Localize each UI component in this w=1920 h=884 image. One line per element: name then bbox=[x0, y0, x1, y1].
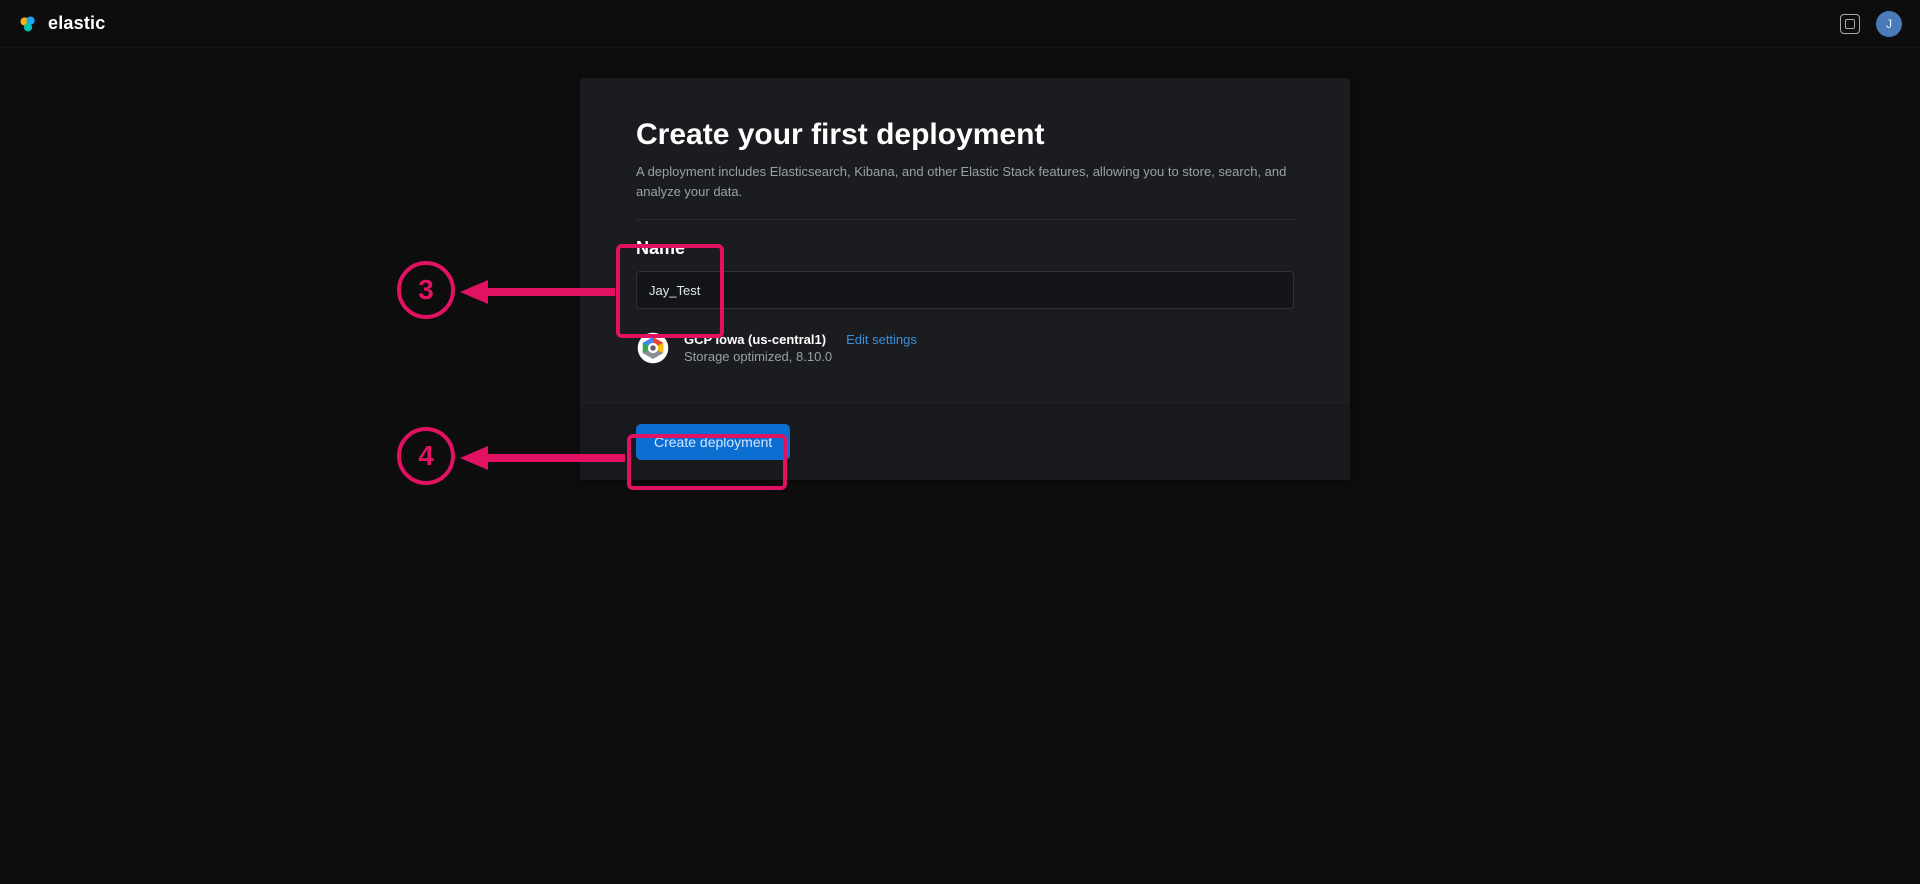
provider-config: Storage optimized, 8.10.0 bbox=[684, 349, 1294, 364]
gcp-icon bbox=[636, 331, 670, 365]
elastic-logo-icon bbox=[18, 14, 38, 34]
name-label: Name bbox=[636, 238, 685, 259]
header-right: J bbox=[1840, 11, 1902, 37]
name-field-block: Name bbox=[636, 238, 1294, 309]
header-left: elastic bbox=[18, 13, 105, 34]
app-header: elastic J bbox=[0, 0, 1920, 48]
deployment-panel: Create your first deployment A deploymen… bbox=[580, 78, 1350, 480]
provider-region: GCP Iowa (us-central1) bbox=[684, 332, 826, 347]
create-deployment-button[interactable]: Create deployment bbox=[636, 424, 790, 460]
help-icon[interactable] bbox=[1840, 14, 1860, 34]
page-subtitle: A deployment includes Elasticsearch, Kib… bbox=[636, 162, 1294, 220]
edit-settings-link[interactable]: Edit settings bbox=[846, 332, 917, 347]
annotation-step-4: 4 bbox=[397, 427, 455, 485]
brand-name: elastic bbox=[48, 13, 105, 34]
annotation-step-3: 3 bbox=[397, 261, 455, 319]
panel-body: Create your first deployment A deploymen… bbox=[580, 78, 1350, 403]
provider-settings-row: GCP Iowa (us-central1) Edit settings Sto… bbox=[636, 331, 1294, 365]
panel-footer: Create deployment bbox=[580, 403, 1350, 480]
avatar[interactable]: J bbox=[1876, 11, 1902, 37]
provider-settings-text: GCP Iowa (us-central1) Edit settings Sto… bbox=[684, 332, 1294, 364]
name-input[interactable] bbox=[636, 271, 1294, 309]
page-title: Create your first deployment bbox=[636, 118, 1294, 152]
